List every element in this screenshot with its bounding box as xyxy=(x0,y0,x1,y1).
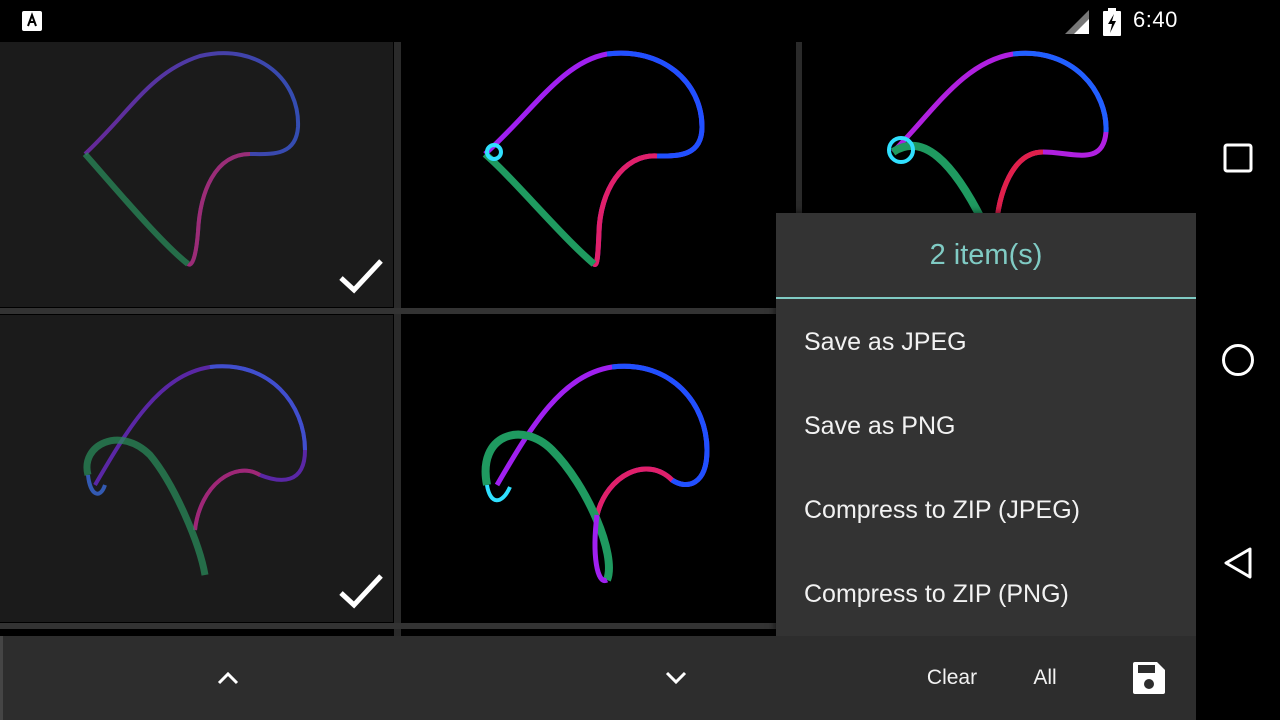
home-circle-icon xyxy=(1222,344,1254,376)
back-triangle-icon xyxy=(1224,547,1252,579)
grid-item-1[interactable] xyxy=(0,42,393,307)
drawing-thumbnail xyxy=(481,363,710,583)
menu-item-zip-png[interactable]: Compress to ZIP (PNG) xyxy=(776,552,1196,636)
checkmark-icon xyxy=(339,259,383,294)
bottom-toolbar: Clear All xyxy=(0,636,1196,720)
grid-divider xyxy=(394,42,401,636)
menu-item-zip-jpeg[interactable]: Compress to ZIP (JPEG) xyxy=(776,468,1196,552)
signal-icon xyxy=(1065,10,1089,34)
home-button[interactable] xyxy=(1214,336,1262,384)
chevron-down-icon xyxy=(665,671,687,685)
back-button[interactable] xyxy=(1214,539,1262,587)
menu-item-save-jpeg[interactable]: Save as JPEG xyxy=(776,300,1196,384)
scroll-up-button[interactable] xyxy=(196,636,260,720)
app-notification-icon xyxy=(22,11,42,31)
system-nav-bar xyxy=(1196,0,1280,720)
select-all-button[interactable]: All xyxy=(1018,636,1072,720)
drawing-thumbnail xyxy=(482,50,705,268)
checkmark-icon xyxy=(339,574,383,609)
grid-divider xyxy=(0,623,776,629)
toolbar-edge xyxy=(0,636,3,720)
grid-item-2[interactable] xyxy=(402,42,796,307)
grid-item-4[interactable] xyxy=(0,315,393,622)
save-button[interactable] xyxy=(1122,636,1176,720)
chevron-up-icon xyxy=(217,671,239,685)
status-bar: 6:40 xyxy=(0,0,1196,42)
battery-charging-icon xyxy=(1103,8,1121,36)
status-clock: 6:40 xyxy=(1133,7,1178,32)
menu-title: 2 item(s) xyxy=(929,239,1043,271)
save-icon xyxy=(1133,662,1165,694)
grid-item-5[interactable] xyxy=(402,315,776,622)
scroll-down-button[interactable] xyxy=(644,636,708,720)
clear-button[interactable]: Clear xyxy=(914,636,990,720)
menu-title-divider xyxy=(776,297,1196,299)
grid-divider xyxy=(796,42,802,214)
recents-square-icon xyxy=(1223,143,1253,173)
recents-button[interactable] xyxy=(1214,134,1262,182)
drawing-thumbnail xyxy=(83,364,308,576)
grid-divider xyxy=(0,308,776,314)
save-options-menu: 2 item(s) Save as JPEG Save as PNG Compr… xyxy=(776,213,1196,636)
drawing-thumbnail xyxy=(82,51,301,267)
menu-item-save-png[interactable]: Save as PNG xyxy=(776,384,1196,468)
